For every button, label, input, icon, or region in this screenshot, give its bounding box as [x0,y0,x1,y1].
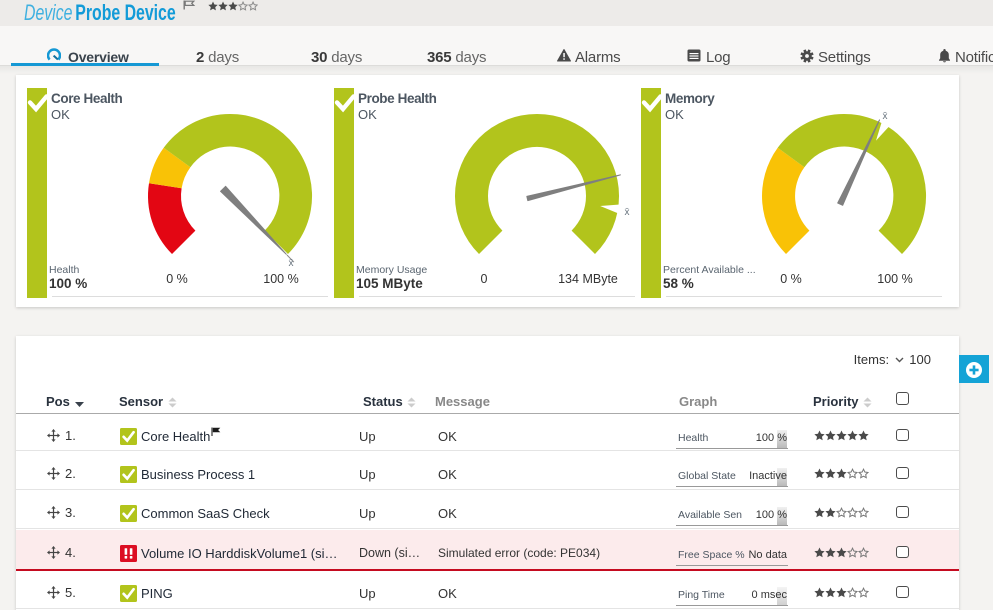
svg-text:x̄: x̄ [625,207,630,218]
svg-text:x̄: x̄ [883,111,888,122]
svg-text:x̄: x̄ [289,258,294,269]
